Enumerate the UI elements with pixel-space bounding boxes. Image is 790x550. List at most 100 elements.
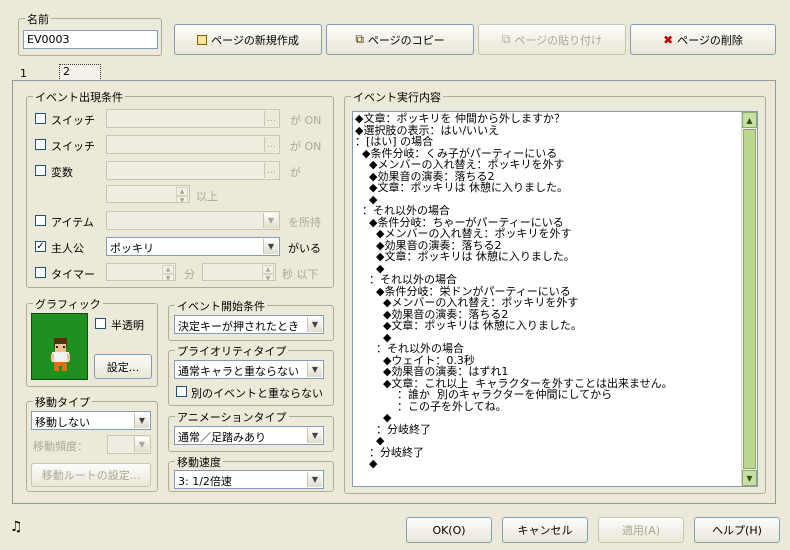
trigger-value: 決定キーが押されたとき [178,320,299,333]
trigger-select[interactable]: 決定キーが押されたとき ▼ [174,315,324,334]
switch2-label: スイッチ [51,140,95,153]
item-select[interactable]: ▼ [106,211,280,230]
event-command-line[interactable]: ◆文章：ポッキリは 休憩に入りました。 [353,182,757,194]
event-command-line[interactable]: ：誰か 別のキャラクターを仲間にしてから [353,389,757,401]
no-overlap-checkbox[interactable] [176,386,187,397]
new-page-button[interactable]: ページの新規作成 [174,24,322,55]
event-command-line[interactable]: ：それ以外の場合 [353,205,757,217]
tab-page-1[interactable]: 1 [20,67,27,80]
movement-title: 移動タイプ [33,394,92,410]
movement-type-arrow-icon: ▼ [134,413,149,428]
switch1-suffix: が ON [290,114,322,127]
movement-type-select[interactable]: 移動しない ▼ [31,411,151,430]
scroll-down-icon[interactable]: ▼ [742,470,757,486]
name-input[interactable]: EV0003 [23,30,158,49]
variable-above-label: 以上 [196,190,218,203]
switch2-browse-button[interactable]: … [264,137,278,152]
actor-select[interactable]: ポッキリ ▼ [106,237,280,256]
delete-page-button[interactable]: ✖ ページの削除 [630,24,776,55]
paste-page-button[interactable]: ⧉ ページの貼り付け [478,24,626,55]
cancel-button[interactable]: キャンセル [502,517,588,543]
copy-page-button[interactable]: ⧉ ページのコピー [326,24,474,55]
event-command-line[interactable]: ◆メンバーの入れ替え：ポッキリを外す [353,159,757,171]
event-command-line[interactable]: ◆ [353,412,757,424]
event-command-line[interactable]: ◆ [353,458,757,470]
priority-value: 通常キャラと重ならない [178,365,299,378]
new-page-icon [197,34,208,45]
timer-label: タイマー [51,268,95,281]
event-command-line[interactable]: ◆文章：ポッキリを 仲間から外しますか？ [353,113,757,125]
timer-seconds-spinner[interactable]: ▲ ▼ [202,263,276,281]
graphic-settings-button[interactable]: 設定... [94,354,152,379]
timer-seconds-label: 秒 以下 [282,268,319,281]
priority-arrow-icon: ▼ [307,362,322,377]
timer-minutes-label: 分 [184,268,195,281]
speed-title: 移動速度 [175,454,223,470]
character-graphic[interactable] [31,313,88,380]
movement-route-label: 移動ルートの設定... [41,469,141,482]
item-checkbox[interactable] [35,215,46,226]
variable-label: 変数 [51,166,73,179]
variable-value-spinner[interactable]: ▲ ▼ [106,185,190,203]
speed-arrow-icon: ▼ [307,472,322,487]
switch1-label: スイッチ [51,114,95,127]
timer-minutes-spinner[interactable]: ▲ ▼ [106,263,176,281]
graphic-settings-label: 設定... [106,360,140,374]
event-command-line[interactable]: ：[はい] の場合 [353,136,757,148]
event-command-line[interactable]: ：この子を外してね。 [353,400,757,413]
help-label: ヘルプ(H) [712,524,762,537]
translucent-label: 半透明 [111,319,144,332]
switch2-checkbox[interactable] [35,139,46,150]
animation-value: 通常／足踏みあり [178,431,266,444]
switch2-field[interactable]: … [106,135,280,154]
item-suffix: を所持 [288,216,321,229]
switch1-field[interactable]: … [106,109,280,128]
actor-select-arrow-icon: ▼ [263,239,278,254]
event-command-list[interactable]: ◆文章：ポッキリを 仲間から外しますか？ ◆選択肢の表示：はい/いいえ ：[はい] … [352,111,758,487]
translucent-checkbox[interactable] [95,318,106,329]
priority-title: プライオリティタイプ [175,343,289,359]
speed-select[interactable]: 3: 1/2倍速 ▼ [174,470,324,489]
graphic-title: グラフィック [33,296,103,312]
variable-field[interactable]: … [106,161,280,180]
event-command-line[interactable]: ：それ以外の場合 [353,343,757,355]
help-button[interactable]: ヘルプ(H) [694,517,780,543]
event-command-line[interactable]: ◆文章：ポッキリは 休憩に入りました。 [353,320,757,332]
variable-browse-button[interactable]: … [264,163,278,178]
event-command-line[interactable]: ◆メンバーの入れ替え：ポッキリを外す [353,297,757,309]
ok-button[interactable]: OK(O) [406,517,492,543]
new-page-label: ページの新規作成 [211,33,299,47]
paste-page-label: ページの貼り付け [514,33,603,47]
event-command-line[interactable]: ：分岐終了 [353,446,757,459]
conditions-title: イベント出現条件 [33,89,125,105]
actor-checkbox[interactable]: ✓ [35,241,46,252]
switch2-suffix: が ON [290,140,322,153]
event-command-line[interactable]: ◆メンバーの入れ替え：ポッキリを外す [353,228,757,240]
command-list-scrollbar[interactable]: ▲ ▼ [741,112,757,486]
animation-select[interactable]: 通常／足踏みあり ▼ [174,426,324,445]
movement-frequency-label: 移動頻度： [33,440,88,453]
actor-suffix: がいる [288,242,321,255]
animation-arrow-icon: ▼ [307,428,322,443]
switch1-checkbox[interactable] [35,113,46,124]
tab-page-2[interactable]: 2 [59,64,101,81]
event-command-line[interactable]: ◆ [353,435,757,447]
event-command-line[interactable]: ：分岐終了 [353,423,757,436]
character-sprite-icon [51,338,70,371]
ok-label: OK(O) [432,523,466,537]
movement-route-button[interactable]: 移動ルートの設定... [31,463,151,487]
event-command-line[interactable]: ◆効果音の演奏：はずれ1 [353,366,757,378]
scroll-thumb[interactable] [743,129,756,469]
event-command-line[interactable]: ：それ以外の場合 [353,274,757,286]
variable-checkbox[interactable] [35,165,46,176]
movement-type-value: 移動しない [35,416,90,429]
movement-frequency-select[interactable]: ▼ [107,435,151,454]
cancel-label: キャンセル [517,524,573,537]
switch1-browse-button[interactable]: … [264,111,278,126]
apply-button[interactable]: 適用(A) [598,517,684,543]
priority-select[interactable]: 通常キャラと重ならない ▼ [174,360,324,379]
no-overlap-label: 別のイベントと重ならない [191,387,323,400]
timer-checkbox[interactable] [35,267,46,278]
scroll-up-icon[interactable]: ▲ [742,112,757,128]
event-command-line[interactable]: ◆文章：ポッキリは 休憩に入りました。 [353,251,757,263]
